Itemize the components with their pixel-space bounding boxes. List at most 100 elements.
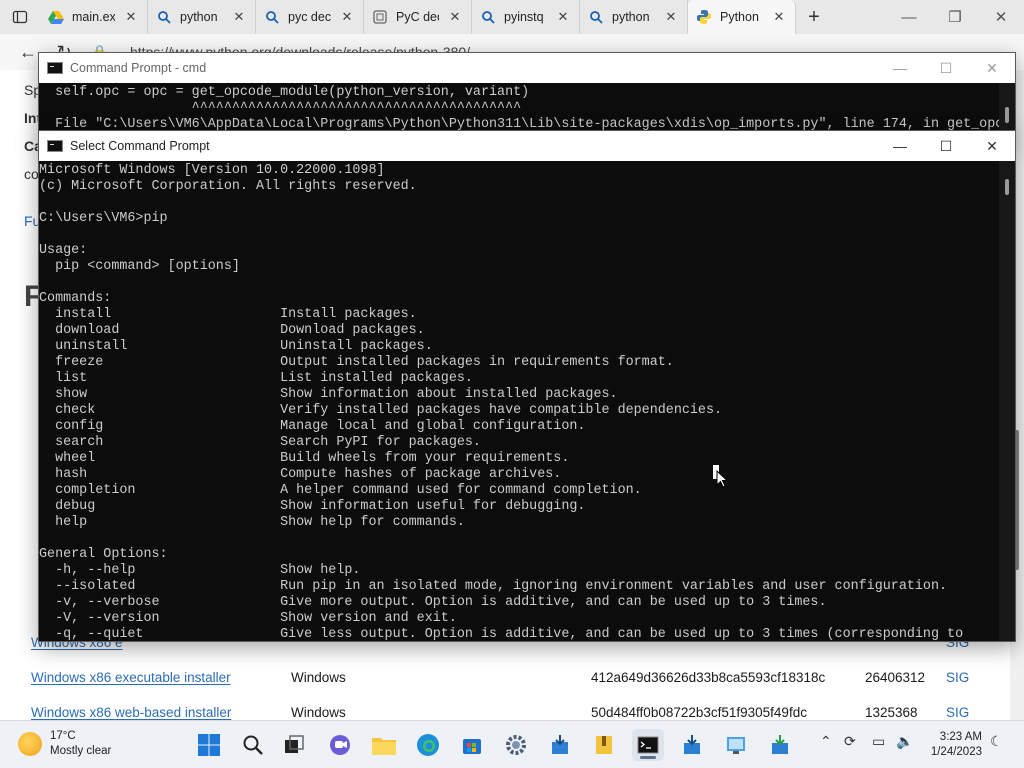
search-icon[interactable] [237,729,269,761]
tab-actions-menu-icon[interactable] [0,0,40,34]
browser-tab[interactable]: Python ✕ [688,0,796,34]
weather-temperature: 17°C [50,730,76,742]
cmd-title-bar[interactable]: Select Command Prompt — ☐ ✕ [39,131,1015,161]
console-line: config Manage local and global configura… [39,419,586,434]
sig-link[interactable]: SIG [946,670,969,685]
console-line: -V, --version Show version and exit. [39,611,457,626]
new-tab-button[interactable]: + [796,0,832,34]
taskbar: 17°C Mostly clear ⌃ ⟳ ▭ 🔈 3:23 AM 1/24/2… [0,720,1024,768]
browser-tab-label: pyinstq [504,10,544,24]
console-line: (c) Microsoft Corporation. All rights re… [39,179,417,194]
cmd-window-background[interactable]: Command Prompt - cmd — ☐ ✕ self.opc = op… [38,52,1016,140]
close-tab-icon[interactable]: ✕ [339,9,355,25]
browser-minimize-button[interactable]: — [886,0,932,34]
close-button[interactable]: ✕ [969,53,1015,83]
console-scrollbar[interactable] [999,161,1015,641]
close-tab-icon[interactable]: ✕ [771,9,787,25]
chat-icon[interactable] [324,729,356,761]
start-button[interactable] [193,729,225,761]
task-view-icon[interactable] [278,729,310,761]
setup-installer-icon[interactable] [764,729,796,761]
browser-tab-label: PyC dec [396,10,439,24]
console-line: freeze Output installed packages in requ… [39,355,674,370]
download-link[interactable]: Windows x86 web-based installer [31,705,231,720]
browser-tab-bar: main.ex ✕ python ✕ pyc dec ✕ PyC dec ✕ pyinstq ✕ p… [0,0,1024,34]
console-line: ^^^^^^^^^^^^^^^^^^^^^^^^^^^^^^^^^^^^^^^^… [39,101,522,116]
sync-icon[interactable]: ⟳ [844,733,856,750]
maximize-button[interactable]: ☐ [923,131,969,161]
console-output[interactable]: Microsoft Windows [Version 10.0.22000.10… [39,163,999,641]
console-line: -h, --help Show help. [39,563,361,578]
browser-tab-label: python [612,10,650,24]
mouse-cursor-icon [713,465,729,488]
os-cell: Windows [291,669,346,685]
browser-tab[interactable]: PyC dec ✕ [364,0,472,34]
console-scrollbar-thumb[interactable] [1005,107,1009,123]
console-line: -v, --verbose Give more output. Option i… [39,595,827,610]
cmd-icon [47,140,63,152]
browser-restore-button[interactable]: ❐ [932,0,978,34]
close-tab-icon[interactable]: ✕ [555,9,571,25]
settings-gear-icon[interactable] [500,729,532,761]
console-line: wheel Build wheels from your requirement… [39,451,570,466]
weather-description: Mostly clear [50,745,112,757]
notification-moon-icon[interactable]: ☾ [990,733,1003,750]
cmd-window-active[interactable]: Select Command Prompt — ☐ ✕ Microsoft Wi… [38,130,1016,642]
file-explorer-icon[interactable] [368,729,400,761]
md5-cell: 50d484ff0b08722b3cf51f9305f49fdc [591,704,807,720]
weather-widget[interactable]: 17°C Mostly clear [18,729,111,759]
console-line: help Show help for commands. [39,515,465,530]
search-icon [156,9,172,25]
search-icon [264,9,280,25]
console-line: Commands: [39,291,112,306]
close-tab-icon[interactable]: ✕ [231,9,247,25]
browser-tab[interactable]: python ✕ [580,0,688,34]
browser-tab-label: python [180,10,218,24]
edge-browser-icon[interactable] [412,729,444,761]
store-icon[interactable] [456,729,488,761]
drive-icon [48,9,64,25]
console-line: completion A helper command used for com… [39,483,642,498]
archive-folder-icon[interactable] [588,729,620,761]
search-icon [480,9,496,25]
weather-moon-icon [18,732,42,756]
maximize-button[interactable]: ☐ [923,53,969,83]
console-line: Usage: [39,243,88,258]
console-line: list List installed packages. [39,371,473,386]
size-cell: 1325368 [865,704,918,720]
minimize-button[interactable]: — [877,131,923,161]
size-cell: 26406312 [865,669,926,685]
command-prompt-taskbar-icon[interactable] [632,729,664,761]
browser-close-button[interactable]: ✕ [978,0,1024,34]
cmd-icon [47,62,63,74]
close-tab-icon[interactable]: ✕ [447,9,463,25]
volume-icon[interactable]: 🔈 [896,733,913,750]
system-clock[interactable]: 3:23 AM 1/24/2023 [926,730,982,760]
browser-tab[interactable]: python ✕ [148,0,256,34]
console-scrollbar-thumb[interactable] [1005,179,1009,195]
sig-link[interactable]: SIG [946,705,969,720]
browser-tab[interactable]: pyinstq ✕ [472,0,580,34]
browser-tab[interactable]: pyc dec ✕ [256,0,364,34]
minimize-button[interactable]: — [877,53,923,83]
page-icon [372,9,388,25]
chevron-up-icon[interactable]: ⌃ [820,733,832,750]
console-line: --isolated Run pip in an isolated mode, … [39,579,948,594]
close-button[interactable]: ✕ [969,131,1015,161]
cmd-title-bar[interactable]: Command Prompt - cmd — ☐ ✕ [39,53,1015,83]
close-tab-icon[interactable]: ✕ [123,9,139,25]
search-icon [588,9,604,25]
browser-tab-label: Python [720,10,759,24]
table-row: Windows x86 executable installer Windows… [0,660,1010,694]
app-installer-icon[interactable] [544,729,576,761]
console-line: Microsoft Windows [Version 10.0.22000.10… [39,163,385,178]
network-installer-icon[interactable] [676,729,708,761]
download-link[interactable]: Windows x86 executable installer [31,670,231,685]
display-icon[interactable]: ▭ [872,733,885,750]
browser-tab[interactable]: main.ex ✕ [40,0,148,34]
control-panel-icon[interactable] [720,729,752,761]
close-tab-icon[interactable]: ✕ [663,9,679,25]
md5-cell: 412a649d36626d33b8ca5593cf18318c [591,669,826,685]
